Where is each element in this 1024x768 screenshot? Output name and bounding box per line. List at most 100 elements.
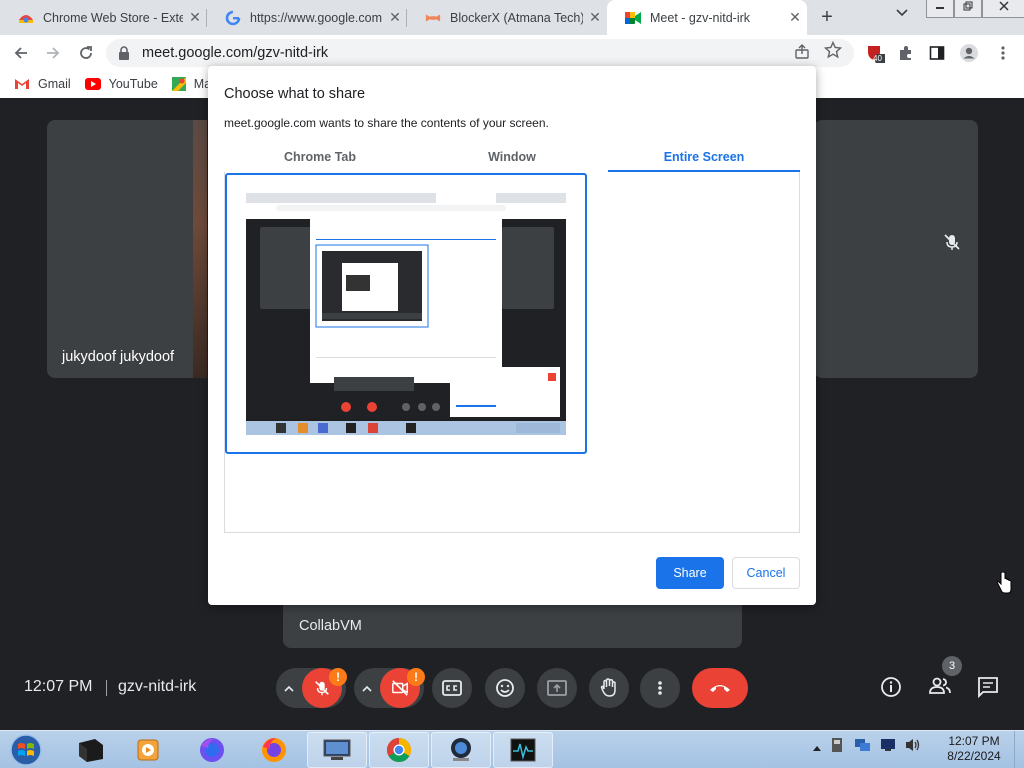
- taskbar-activity-monitor-icon[interactable]: [493, 732, 553, 768]
- present-icon: [547, 680, 567, 696]
- tab-google[interactable]: https://www.google.com ✕: [207, 0, 407, 35]
- windows-taskbar: 12:07 PM 8/22/2024: [0, 730, 1024, 768]
- taskbar-media-player-icon[interactable]: [118, 732, 178, 768]
- share-screen-dialog: Choose what to share meet.google.com wan…: [208, 66, 816, 605]
- tab-close-icon[interactable]: ✕: [783, 9, 807, 26]
- google-g-icon: [225, 10, 241, 26]
- chrome-menu-icon[interactable]: [990, 40, 1016, 66]
- taskbar-time: 12:07 PM: [948, 734, 1000, 748]
- tab-close-icon[interactable]: ✕: [583, 9, 607, 26]
- dialog-title: Choose what to share: [224, 86, 366, 102]
- tab-blockerx[interactable]: BlockerX (Atmana Tech) ✕: [407, 0, 607, 35]
- tab-title: BlockerX (Atmana Tech): [450, 10, 583, 25]
- google-meet-icon: [625, 10, 641, 26]
- gmail-icon: [14, 78, 30, 90]
- share-source-tabs: Chrome Tab Window Entire Screen: [224, 144, 800, 172]
- captions-button[interactable]: [432, 668, 472, 708]
- dialog-subtitle: meet.google.com wants to share the conte…: [224, 116, 549, 130]
- meeting-code: gzv-nitd-irk: [118, 678, 197, 695]
- tab-close-icon[interactable]: ✕: [383, 9, 407, 26]
- meeting-details-icon[interactable]: [880, 676, 902, 698]
- tab-title: https://www.google.com: [250, 10, 383, 25]
- hand-icon: [600, 678, 616, 697]
- taskbar-network-app-icon[interactable]: [431, 732, 491, 768]
- tab-title: Chrome Web Store - Extensions: [43, 10, 183, 25]
- start-button[interactable]: [0, 732, 52, 768]
- people-icon[interactable]: [928, 676, 952, 696]
- taskbar-firefox-nightly-icon[interactable]: [182, 732, 242, 768]
- new-tab-button[interactable]: +: [814, 5, 840, 31]
- participant-video: [193, 120, 207, 378]
- share-source-pane: [224, 172, 800, 533]
- google-maps-icon: [171, 77, 186, 91]
- tab-chrome-web-store[interactable]: Chrome Web Store - Extensions ✕: [0, 0, 207, 35]
- bookmark-maps[interactable]: Ma: [171, 77, 211, 91]
- tab-google-meet[interactable]: Meet - gzv-nitd-irk ✕: [607, 0, 807, 35]
- meet-control-bar: 12:07 PM gzv-nitd-irk ! !: [0, 658, 1024, 718]
- reactions-button[interactable]: [485, 668, 525, 708]
- bookmark-star-icon[interactable]: [823, 40, 843, 64]
- camera-options-chevron-icon[interactable]: [362, 681, 372, 695]
- minimize-icon[interactable]: [926, 0, 954, 18]
- profile-avatar-icon[interactable]: [956, 40, 982, 66]
- chat-icon[interactable]: [977, 676, 999, 698]
- camera-warning-icon: !: [407, 668, 425, 686]
- address-bar[interactable]: meet.google.com/gzv-nitd-irk: [106, 39, 854, 67]
- forward-arrow-icon[interactable]: [40, 40, 66, 66]
- more-vert-icon: [658, 681, 662, 695]
- url-text: meet.google.com/gzv-nitd-irk: [142, 45, 329, 61]
- more-options-button[interactable]: [640, 668, 680, 708]
- show-hidden-icons-icon[interactable]: [812, 739, 822, 757]
- end-call-icon: [710, 685, 730, 692]
- reload-icon[interactable]: [73, 40, 99, 66]
- volume-icon[interactable]: [904, 737, 922, 758]
- taskbar-date: 8/22/2024: [947, 749, 1001, 763]
- bookmark-youtube[interactable]: YouTube: [84, 77, 158, 91]
- tab-chrome-tab[interactable]: Chrome Tab: [224, 144, 416, 172]
- window-close-icon[interactable]: [982, 0, 1024, 18]
- present-screen-button[interactable]: [537, 668, 577, 708]
- bookmark-gmail[interactable]: Gmail: [14, 77, 71, 91]
- lock-icon[interactable]: [118, 46, 130, 65]
- browser-tab-strip: Chrome Web Store - Extensions ✕ https://…: [0, 0, 1024, 35]
- bookmark-label: Gmail: [38, 77, 71, 91]
- presentation-label: CollabVM: [299, 618, 362, 634]
- tab-close-icon[interactable]: ✕: [183, 9, 207, 26]
- back-arrow-icon[interactable]: [8, 40, 34, 66]
- leave-call-button[interactable]: [692, 668, 748, 708]
- taskbar-firefox-icon[interactable]: [244, 732, 304, 768]
- windows-orb-icon: [10, 734, 42, 766]
- taskbar-cmd-icon[interactable]: [60, 732, 120, 768]
- raise-hand-button[interactable]: [589, 668, 629, 708]
- camera-off-icon: [392, 680, 408, 696]
- share-page-icon[interactable]: [794, 44, 810, 64]
- screen-thumbnail-card[interactable]: [225, 173, 587, 454]
- tab-search-chevron-icon[interactable]: [896, 8, 908, 20]
- presentation-tile[interactable]: CollabVM: [283, 600, 742, 648]
- tab-entire-screen[interactable]: Entire Screen: [608, 144, 800, 172]
- tab-window[interactable]: Window: [416, 144, 608, 172]
- window-controls: [926, 0, 1024, 18]
- extensions-puzzle-icon[interactable]: [893, 40, 919, 66]
- restore-icon[interactable]: [954, 0, 982, 18]
- show-desktop-button[interactable]: [1014, 731, 1024, 768]
- tray-network-icon[interactable]: [854, 737, 872, 758]
- system-tray: [812, 737, 922, 758]
- participant-tile[interactable]: [47, 120, 207, 378]
- tray-display-icon[interactable]: [880, 738, 896, 757]
- taskbar-remote-desktop-icon[interactable]: [307, 732, 367, 768]
- participant-name: jukydoof jukydoof: [62, 349, 175, 365]
- cancel-button[interactable]: Cancel: [732, 557, 800, 589]
- taskbar-chrome-icon[interactable]: [369, 732, 429, 768]
- tab-title: Meet - gzv-nitd-irk: [650, 10, 751, 25]
- side-panel-icon[interactable]: [924, 40, 950, 66]
- blockerx-extension-icon[interactable]: 40: [862, 40, 888, 66]
- blockerx-icon: [425, 10, 441, 26]
- mic-warning-icon: !: [329, 668, 347, 686]
- bookmark-label: YouTube: [108, 77, 158, 91]
- tray-device-icon[interactable]: [830, 737, 844, 758]
- participant-count-badge: 3: [942, 656, 962, 676]
- taskbar-clock[interactable]: 12:07 PM 8/22/2024: [936, 734, 1012, 764]
- share-button[interactable]: Share: [656, 557, 724, 589]
- mic-options-chevron-icon[interactable]: [284, 681, 294, 695]
